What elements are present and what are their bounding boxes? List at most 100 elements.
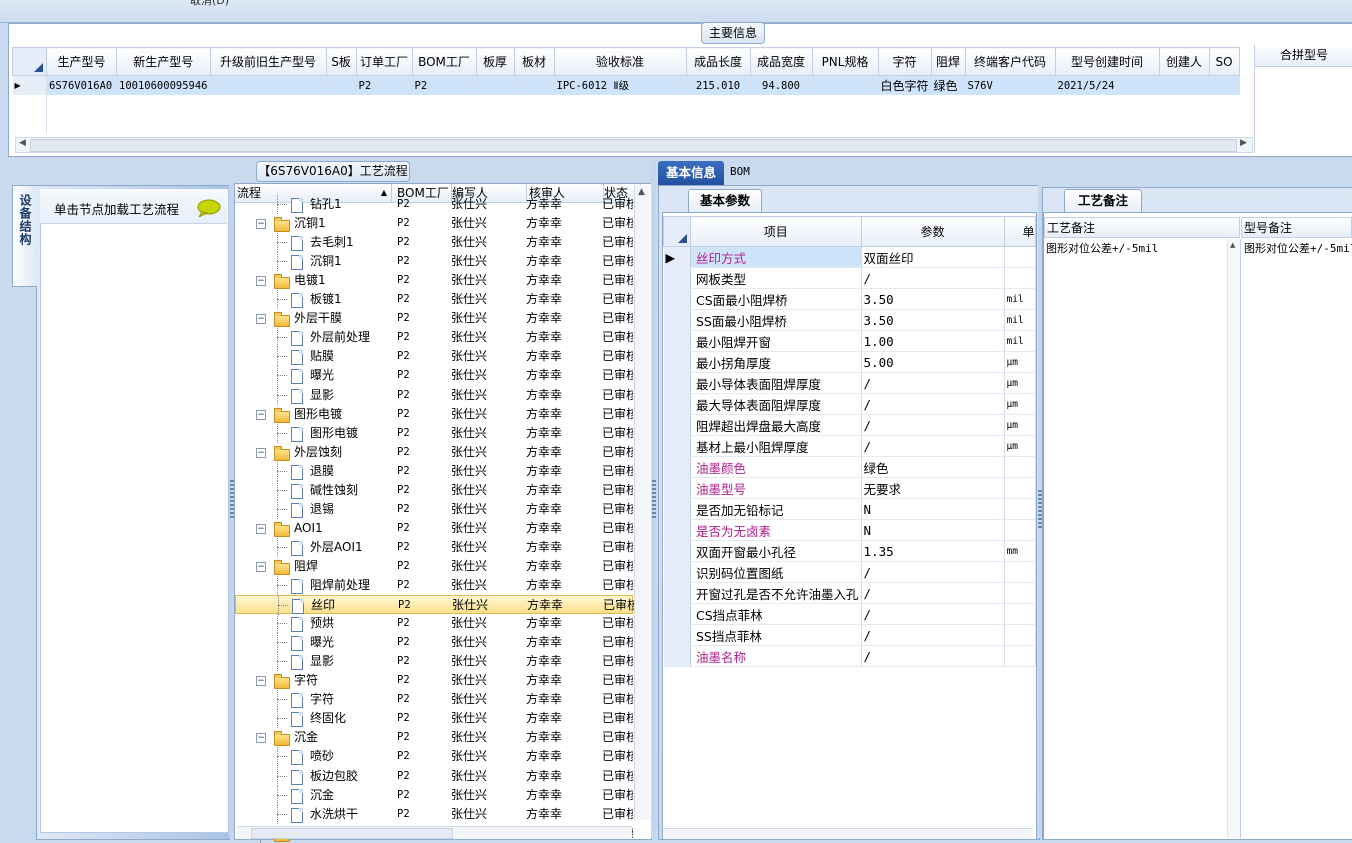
flow-step-row[interactable]: 去毛刺1 P2 张仕兴 方幸幸 已审核 — [235, 233, 633, 252]
main-cell[interactable] — [812, 75, 879, 95]
row-header[interactable] — [663, 393, 691, 415]
param-value[interactable]: 绿色 — [861, 456, 1005, 478]
tab-process-notes[interactable]: 工艺备注 — [1064, 189, 1142, 212]
param-value[interactable]: 3.50 — [861, 288, 1005, 310]
expand-minus-icon[interactable]: − — [256, 733, 266, 743]
row-header[interactable] — [663, 582, 691, 604]
row-header[interactable] — [663, 330, 691, 352]
row-header[interactable] — [663, 456, 691, 478]
main-col-header[interactable]: BOM工厂 — [411, 47, 477, 76]
main-cell[interactable]: 10010600095946 — [116, 75, 211, 95]
scroll-left-arrow-icon[interactable]: ◀ — [19, 138, 26, 148]
row-header[interactable] — [663, 519, 691, 541]
main-col-header[interactable]: PNL规格 — [811, 47, 879, 76]
load-flow-hint[interactable]: 单击节点加载工艺流程 — [54, 199, 179, 218]
main-cell[interactable] — [476, 75, 515, 95]
param-row[interactable]: SS面最小阻焊桥 3.50 mil — [663, 309, 1036, 331]
param-value[interactable]: / — [861, 393, 1005, 415]
row-header[interactable] — [663, 414, 691, 436]
flow-step-row[interactable]: 字符 P2 张仕兴 方幸幸 已审核 — [235, 690, 633, 709]
main-cell[interactable]: 215.010 — [686, 75, 751, 95]
main-col-header[interactable]: 创建人 — [1158, 47, 1210, 76]
row-header[interactable] — [663, 267, 691, 289]
flow-group-row[interactable]: − 电镀1 P2 张仕兴 方幸幸 已审核 — [235, 271, 633, 290]
expand-minus-icon[interactable]: − — [256, 410, 266, 420]
scroll-up-arrow-icon[interactable]: ▲ — [638, 187, 645, 197]
expand-minus-icon[interactable]: − — [256, 676, 266, 686]
param-value[interactable]: 1.00 — [861, 330, 1005, 352]
param-value[interactable]: / — [861, 372, 1005, 394]
main-cell[interactable] — [514, 75, 555, 95]
main-horizontal-scrollbar[interactable]: ◀ ▶ — [15, 137, 1253, 153]
flow-step-row[interactable]: 板镀1 P2 张仕兴 方幸幸 已审核 — [235, 290, 633, 309]
row-header[interactable] — [663, 477, 691, 499]
param-value[interactable]: / — [861, 645, 1005, 667]
expand-minus-icon[interactable]: − — [256, 219, 266, 229]
expand-minus-icon[interactable]: − — [256, 524, 266, 534]
flow-step-row[interactable]: 喷砂 P2 张仕兴 方幸幸 已审核 — [235, 747, 633, 766]
main-cell[interactable]: 2021/5/24 — [1055, 75, 1160, 95]
flow-group-row[interactable]: − 沉铜1 P2 张仕兴 方幸幸 已审核 — [235, 214, 633, 233]
tab-bom[interactable]: BOM — [730, 165, 750, 178]
param-value[interactable]: / — [861, 582, 1005, 604]
row-header[interactable] — [663, 561, 691, 583]
tab-basic-info[interactable]: 基本信息 — [658, 161, 724, 185]
flow-group-row[interactable]: − 外层干膜 P2 张仕兴 方幸幸 已审核 — [235, 309, 633, 328]
row-indicator-icon[interactable]: ▶ — [663, 246, 691, 268]
scroll-right-arrow-icon[interactable]: ▶ — [1240, 138, 1247, 148]
flow-step-row[interactable]: 预烘 P2 张仕兴 方幸幸 已审核 — [235, 614, 633, 633]
param-value[interactable]: / — [861, 267, 1005, 289]
flow-step-row[interactable]: 图形电镀 P2 张仕兴 方幸幸 已审核 — [235, 424, 633, 443]
row-header[interactable] — [663, 372, 691, 394]
param-row[interactable]: 阻焊超出焊盘最大高度 / μm — [663, 414, 1036, 436]
param-col-item[interactable]: 项目 — [690, 216, 862, 247]
main-cell[interactable]: P2 — [356, 75, 413, 95]
main-col-header[interactable]: 成品宽度 — [749, 47, 813, 76]
param-row[interactable]: 是否为无卤素 N — [663, 519, 1036, 541]
process-note-scrollbar[interactable]: ▲ — [1227, 239, 1240, 838]
row-header[interactable] — [663, 624, 691, 646]
param-row[interactable]: 油墨型号 无要求 — [663, 477, 1036, 499]
flow-step-row[interactable]: 板边包胶 P2 张仕兴 方幸幸 已审核 — [235, 767, 633, 786]
main-col-header[interactable]: S板 — [325, 47, 357, 76]
param-row[interactable]: 油墨名称 / — [663, 645, 1036, 667]
expand-minus-icon[interactable]: − — [256, 276, 266, 286]
tab-device-structure[interactable]: 设备结构 — [12, 185, 37, 287]
row-header[interactable] — [663, 603, 691, 625]
flow-step-row[interactable]: 曝光 P2 张仕兴 方幸幸 已审核 — [235, 366, 633, 385]
param-row[interactable]: 最小拐角厚度 5.00 μm — [663, 351, 1036, 373]
param-row[interactable]: SS挡点菲林 / — [663, 624, 1036, 646]
main-cell[interactable]: P2 — [412, 75, 477, 95]
param-value[interactable]: / — [861, 561, 1005, 583]
middle-splitter-grip[interactable] — [652, 480, 656, 520]
main-col-header[interactable]: 成品长度 — [685, 47, 751, 76]
main-cell[interactable]: 94.800 — [750, 75, 813, 95]
main-cell[interactable]: IPC-6012 Ⅱ级 — [554, 75, 687, 95]
note-scroll-up-icon[interactable]: ▲ — [1230, 241, 1235, 249]
flow-step-row[interactable]: 显影 P2 张仕兴 方幸幸 已审核 — [235, 386, 633, 405]
flow-step-row[interactable]: 阻焊前处理 P2 张仕兴 方幸幸 已审核 — [235, 576, 633, 595]
param-row[interactable]: 开窗过孔是否不允许油墨入孔 / — [663, 582, 1036, 604]
main-col-header[interactable]: 生产型号 — [46, 47, 117, 76]
process-note-text[interactable]: 图形对位公差+/-5mil — [1046, 240, 1158, 256]
top-partial-text[interactable]: 取消(D) — [190, 0, 229, 8]
flow-step-row[interactable]: 沉金 P2 张仕兴 方幸幸 已审核 — [235, 786, 633, 805]
main-col-header[interactable]: 新生产型号 — [116, 47, 211, 76]
main-cell[interactable]: 绿色 — [931, 75, 966, 95]
param-value[interactable]: 5.00 — [861, 351, 1005, 373]
param-row[interactable]: 双面开窗最小孔径 1.35 mm — [663, 540, 1036, 562]
main-col-header[interactable]: 升级前旧生产型号 — [209, 47, 327, 76]
flow-step-row[interactable]: 显影 P2 张仕兴 方幸幸 已审核 — [235, 652, 633, 671]
chat-bubble-icon[interactable] — [196, 199, 221, 217]
param-value[interactable]: 双面丝印 — [861, 246, 1005, 268]
flow-group-row[interactable]: − 阻焊 P2 张仕兴 方幸幸 已审核 — [235, 557, 633, 576]
param-value[interactable]: / — [861, 414, 1005, 436]
flow-group-row[interactable]: − 外层蚀刻 P2 张仕兴 方幸幸 已审核 — [235, 443, 633, 462]
param-value[interactable]: 1.35 — [861, 540, 1005, 562]
flow-horizontal-scrollbar[interactable] — [237, 826, 632, 839]
param-row[interactable]: 基材上最小阻焊厚度 / μm — [663, 435, 1036, 457]
expand-minus-icon[interactable]: − — [256, 448, 266, 458]
main-cell[interactable] — [326, 75, 357, 95]
main-cell[interactable] — [1159, 75, 1210, 95]
flow-step-row[interactable]: 碱性蚀刻 P2 张仕兴 方幸幸 已审核 — [235, 481, 633, 500]
